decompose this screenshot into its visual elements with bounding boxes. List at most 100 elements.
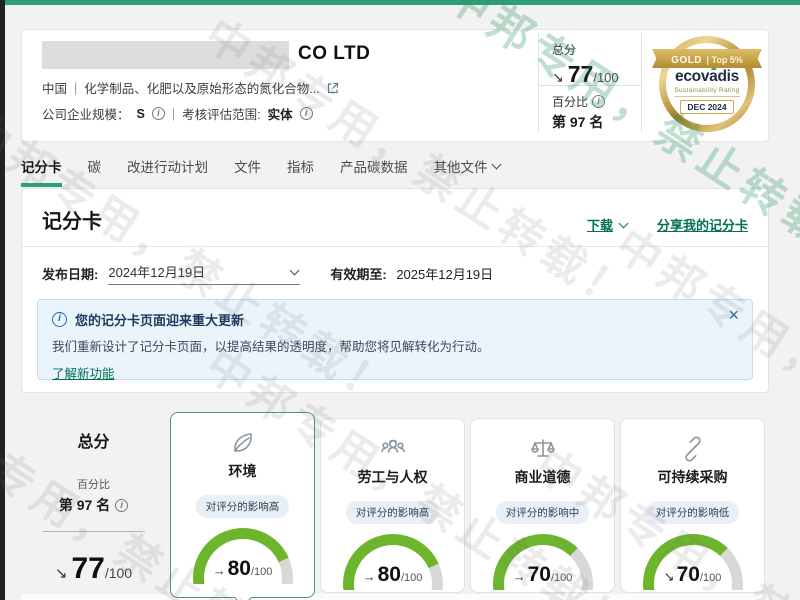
tab-other-documents[interactable]: 其他文件 bbox=[434, 156, 500, 187]
scorecard-panel-header: 记分卡 下载 分享我的记分卡 bbox=[22, 189, 768, 247]
score-gauge: →70/100 bbox=[487, 532, 599, 590]
impact-badge: 对评分的影响中 bbox=[496, 501, 590, 524]
tab-improvement-plan[interactable]: 改进行动计划 bbox=[127, 156, 208, 187]
company-size-scope: 公司企业规模： S i | 考核评估范围: 实体 i bbox=[42, 104, 313, 123]
company-industry[interactable]: 化学制品、化肥以及原始形态的氮化合物... bbox=[84, 78, 319, 97]
score-denominator: /100 bbox=[251, 566, 272, 578]
separator: | bbox=[74, 81, 77, 95]
download-label: 下载 bbox=[587, 215, 613, 234]
score-denominator: /100 bbox=[551, 572, 572, 584]
card-score: ↘70/100 bbox=[637, 563, 749, 587]
download-button[interactable]: 下载 bbox=[587, 215, 627, 234]
trend-down-arrow-icon: ↘ bbox=[664, 569, 675, 584]
score-denominator: /100 bbox=[700, 572, 721, 584]
company-name-redaction bbox=[42, 41, 289, 69]
percentile-value: 第 97 名 bbox=[552, 112, 641, 132]
trend-down-arrow-icon: ↘ bbox=[552, 69, 564, 85]
category-cards: 环境 对评分的影响高 →80/100 劳工与人权 对评分的影响高 bbox=[170, 412, 765, 598]
learn-new-features-link[interactable]: 了解新功能 bbox=[52, 363, 115, 382]
company-size-value: S bbox=[137, 107, 145, 121]
score-number: 80 bbox=[378, 563, 401, 586]
valid-until-label: 有效期至: bbox=[330, 267, 386, 282]
total-score-row: 总分 ↘77/100 bbox=[539, 33, 641, 86]
valid-until: 有效期至: 2025年12月19日 bbox=[330, 264, 493, 283]
share-scorecard-link[interactable]: 分享我的记分卡 bbox=[657, 215, 748, 234]
tab-documents[interactable]: 文件 bbox=[234, 156, 261, 187]
info-icon[interactable]: i bbox=[300, 107, 313, 120]
trend-arrow-icon: → bbox=[363, 569, 376, 584]
assessment-scope-value: 实体 bbox=[268, 104, 293, 123]
trend-arrow-icon: → bbox=[213, 563, 226, 578]
info-icon[interactable]: i bbox=[152, 107, 165, 120]
overall-score-value: ↘77/100 bbox=[21, 552, 166, 586]
card-title: 可持续采购 bbox=[621, 467, 764, 487]
company-location-industry: 中国 | 化学制品、化肥以及原始形态的氮化合物... bbox=[42, 78, 339, 97]
impact-badge: 对评分的影响高 bbox=[196, 495, 290, 518]
overall-score-title: 总分 bbox=[21, 428, 166, 452]
chevron-down-icon bbox=[619, 218, 629, 228]
banner-body: 我们重新设计了记分卡页面，以提高结果的透明度，帮助您将见解转化为行动。 bbox=[52, 336, 738, 355]
tab-bar: 记分卡 碳 改进行动计划 文件 指标 产品碳数据 其他文件 bbox=[21, 156, 500, 187]
tab-other-documents-label: 其他文件 bbox=[434, 156, 488, 176]
score-gauge: ↘70/100 bbox=[637, 532, 749, 590]
chevron-down-icon bbox=[491, 160, 501, 170]
tab-indicators[interactable]: 指标 bbox=[287, 156, 314, 187]
company-country: 中国 bbox=[42, 78, 67, 97]
update-banner: i 您的记分卡页面迎来重大更新 我们重新设计了记分卡页面，以提高结果的透明度，帮… bbox=[37, 299, 753, 380]
medal-top-percent: | Top 5% bbox=[706, 55, 742, 65]
chevron-down-icon bbox=[290, 265, 300, 275]
trend-arrow-icon: → bbox=[513, 569, 526, 584]
scorecard-page: CO LTD 中国 | 化学制品、化肥以及原始形态的氮化合物... 公司企业规模… bbox=[0, 0, 800, 600]
gold-ribbon: GOLD | Top 5% bbox=[652, 49, 762, 68]
ecovadis-medal: ecovadis Sustainability Rating DEC 2024 … bbox=[655, 36, 759, 138]
total-score-label: 总分 bbox=[552, 41, 641, 58]
overall-percentile-value: 第 97 名 i bbox=[21, 495, 166, 515]
people-icon bbox=[321, 434, 464, 464]
tab-product-carbon-data[interactable]: 产品碳数据 bbox=[340, 156, 408, 187]
company-size-label: 公司企业规模： bbox=[42, 104, 130, 123]
info-icon[interactable]: i bbox=[592, 95, 605, 108]
company-header-card: CO LTD 中国 | 化学制品、化肥以及原始形态的氮化合物... 公司企业规模… bbox=[21, 29, 769, 142]
card-title: 商业道德 bbox=[471, 467, 614, 487]
card-business-ethics[interactable]: 商业道德 对评分的影响中 →70/100 bbox=[470, 418, 615, 593]
score-denominator: /100 bbox=[593, 70, 618, 85]
score-denominator: /100 bbox=[401, 572, 422, 584]
card-environment[interactable]: 环境 对评分的影响高 →80/100 bbox=[170, 412, 315, 598]
score-denominator: /100 bbox=[105, 565, 132, 581]
impact-badge: 对评分的影响低 bbox=[646, 501, 740, 524]
score-number: 70 bbox=[528, 563, 551, 586]
left-edge-strip bbox=[0, 0, 5, 600]
info-icon[interactable]: i bbox=[115, 499, 128, 512]
card-sustainable-procurement[interactable]: 可持续采购 对评分的影响低 ↘70/100 bbox=[620, 418, 765, 593]
external-link-icon[interactable] bbox=[327, 82, 339, 94]
total-score-value: ↘77/100 bbox=[552, 61, 641, 88]
assessment-scope-label: 考核评估范围: bbox=[182, 104, 260, 123]
info-icon: i bbox=[52, 312, 67, 327]
separator: | bbox=[172, 107, 175, 121]
top-accent-bar bbox=[0, 0, 800, 5]
close-icon[interactable]: × bbox=[728, 306, 739, 324]
scorecard-panel: 记分卡 下载 分享我的记分卡 发布日期: 2024年12月19日 有效期至: 2… bbox=[21, 188, 769, 393]
card-labor-human-rights[interactable]: 劳工与人权 对评分的影响高 →80/100 bbox=[320, 418, 465, 593]
overall-score-summary: 总分 百分比 第 97 名 i ↘77/100 bbox=[21, 428, 166, 586]
page-title: 记分卡 bbox=[42, 205, 102, 234]
card-score: →70/100 bbox=[487, 563, 599, 587]
medal-date-badge: DEC 2024 bbox=[680, 100, 733, 114]
percentile-label: 百分比 i bbox=[552, 93, 641, 110]
publish-date-select[interactable]: 2024年12月19日 bbox=[108, 262, 300, 285]
score-number: 77 bbox=[71, 552, 104, 585]
score-number: 70 bbox=[677, 563, 700, 586]
leaf-icon bbox=[171, 428, 314, 458]
date-row: 发布日期: 2024年12月19日 有效期至: 2025年12月19日 bbox=[22, 247, 768, 285]
score-gauge: →80/100 bbox=[187, 526, 299, 584]
tab-scorecard[interactable]: 记分卡 bbox=[21, 156, 62, 187]
publish-date-value: 2024年12月19日 bbox=[108, 262, 205, 281]
score-number: 77 bbox=[568, 61, 594, 87]
medal-level: GOLD bbox=[671, 55, 702, 66]
valid-until-value: 2025年12月19日 bbox=[396, 267, 493, 282]
ecovadis-logo: ecovadis bbox=[675, 68, 739, 86]
divider bbox=[43, 531, 145, 532]
company-name-suffix: CO LTD bbox=[298, 43, 370, 65]
tab-carbon[interactable]: 碳 bbox=[88, 156, 102, 187]
banner-title: 您的记分卡页面迎来重大更新 bbox=[75, 310, 244, 329]
